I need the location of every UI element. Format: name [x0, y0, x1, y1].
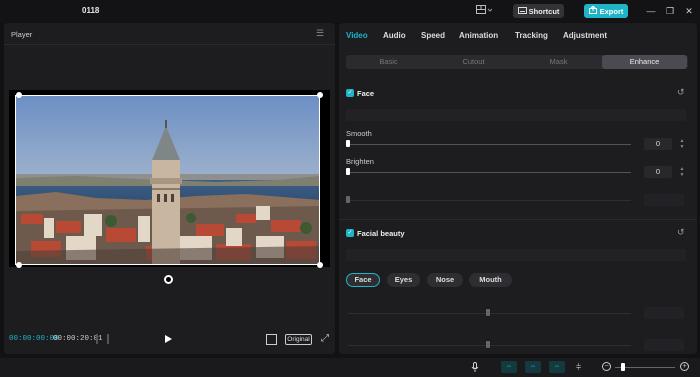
- zoom-out-icon[interactable]: −: [602, 362, 611, 371]
- tab-speed[interactable]: Speed: [421, 31, 445, 40]
- crop-handle[interactable]: [16, 262, 22, 268]
- beauty-checkbox[interactable]: ✓: [346, 229, 354, 237]
- beauty-slider-knob: [486, 341, 490, 348]
- split-icon[interactable]: ⫩: [576, 362, 581, 372]
- play-icon[interactable]: [165, 335, 172, 343]
- close-icon[interactable]: ✕: [682, 4, 696, 18]
- fit-icon[interactable]: [266, 334, 277, 345]
- crop-handle[interactable]: [317, 92, 323, 98]
- pill-eyes[interactable]: Eyes: [387, 273, 420, 287]
- subtab-bar: Basic Cutout Mask Enhance: [346, 55, 688, 69]
- beauty-slider-knob: [486, 309, 490, 316]
- link-icon[interactable]: ⇔: [525, 361, 541, 373]
- zoom-in-icon[interactable]: +: [680, 362, 689, 371]
- original-ratio-button[interactable]: Original: [285, 334, 312, 345]
- pill-face[interactable]: Face: [346, 273, 380, 287]
- crop-handle[interactable]: [317, 262, 323, 268]
- tab-animation[interactable]: Animation: [459, 31, 498, 40]
- smooth-slider[interactable]: [348, 144, 631, 145]
- link-icon[interactable]: ⇔: [501, 361, 517, 373]
- pill-mouth[interactable]: Mouth: [469, 273, 512, 287]
- bottom-toolbar: [0, 358, 700, 377]
- keyboard-icon: [517, 6, 527, 16]
- shortcut-label: Shortcut: [528, 6, 560, 16]
- crop-handle[interactable]: [16, 92, 22, 98]
- minimize-icon[interactable]: —: [644, 4, 658, 18]
- smooth-slider-knob[interactable]: [346, 140, 350, 147]
- subtab-enhance[interactable]: Enhance: [602, 55, 687, 69]
- restore-icon[interactable]: ❐: [663, 4, 677, 18]
- project-title: 0118: [82, 6, 100, 15]
- microphone-icon[interactable]: [471, 362, 479, 372]
- beauty-value: [644, 307, 684, 319]
- brighten-stepper[interactable]: ▲ ▼: [678, 166, 686, 178]
- brighten-label: Brighten: [346, 157, 374, 166]
- fullscreen-icon[interactable]: ⤢: [321, 334, 331, 344]
- brighten-slider-knob[interactable]: [346, 168, 350, 175]
- disabled-value: [644, 194, 684, 206]
- export-button[interactable]: Export: [584, 4, 628, 18]
- tab-tracking[interactable]: Tracking: [515, 31, 548, 40]
- current-timecode: 00:00:00:00: [9, 335, 59, 343]
- tab-adjustment[interactable]: Adjustment: [563, 31, 607, 40]
- tab-video[interactable]: Video: [346, 31, 368, 40]
- video-frame[interactable]: [15, 95, 320, 265]
- face-section-title: Face: [357, 89, 375, 98]
- reset-icon[interactable]: ↺: [677, 87, 685, 98]
- subtab-mask[interactable]: Mask: [516, 55, 601, 69]
- zoom-slider-knob[interactable]: [621, 363, 625, 371]
- timeline-icon[interactable]: [96, 334, 109, 344]
- section-divider: [339, 219, 697, 220]
- reset-icon[interactable]: ↺: [677, 227, 685, 238]
- inspector-panel: Video Audio Speed Animation Tracking Adj…: [339, 23, 697, 354]
- player-header: [4, 23, 335, 45]
- subtab-cutout[interactable]: Cutout: [431, 55, 516, 69]
- shortcut-button[interactable]: Shortcut: [513, 4, 564, 18]
- export-label: Export: [599, 6, 624, 16]
- beauty-section-title: Facial beauty: [357, 229, 405, 238]
- smooth-value[interactable]: 0: [644, 138, 672, 150]
- face-checkbox[interactable]: ✓: [346, 89, 354, 97]
- brighten-slider[interactable]: [348, 172, 631, 173]
- smooth-label: Smooth: [346, 129, 372, 138]
- upload-icon: [588, 5, 597, 16]
- tab-audio[interactable]: Audio: [383, 31, 406, 40]
- disabled-slider-knob: [346, 196, 350, 203]
- menu-icon[interactable]: ☰: [316, 28, 324, 39]
- beauty-value: [644, 339, 684, 351]
- face-selector[interactable]: [346, 109, 686, 121]
- beauty-face-selector[interactable]: [346, 249, 686, 261]
- pill-nose[interactable]: Nose: [427, 273, 463, 287]
- smooth-stepper[interactable]: ▲ ▼: [678, 138, 686, 150]
- brighten-value[interactable]: 0: [644, 166, 672, 178]
- link-icon[interactable]: ⇔: [549, 361, 565, 373]
- disabled-slider: [348, 200, 631, 201]
- layout-icon[interactable]: [476, 5, 494, 17]
- subtab-basic[interactable]: Basic: [346, 55, 431, 69]
- rotate-icon[interactable]: [164, 275, 173, 284]
- player-title: Player: [11, 30, 33, 39]
